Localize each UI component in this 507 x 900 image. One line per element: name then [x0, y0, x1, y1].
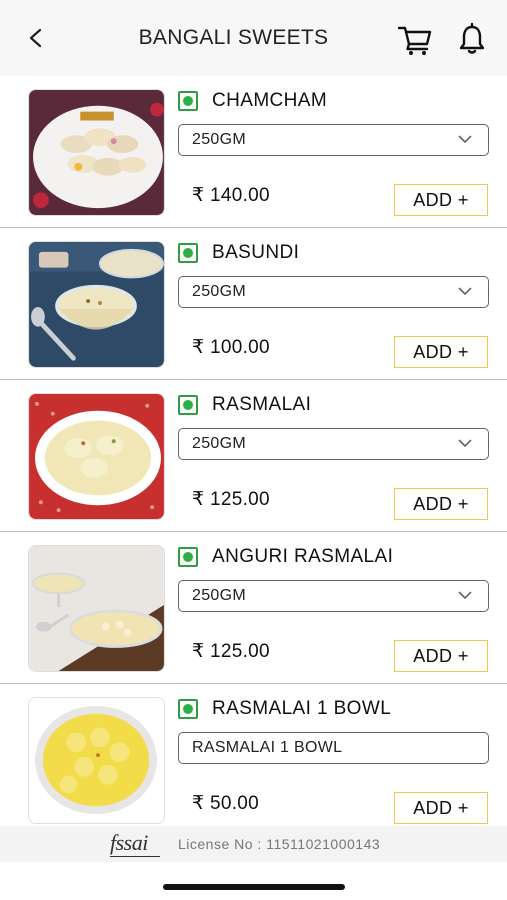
product-image[interactable]: [28, 241, 165, 368]
bell-icon[interactable]: [457, 22, 487, 56]
basundi-image: [29, 242, 164, 367]
product-price: ₹ 125.00: [192, 489, 270, 510]
quantity-select[interactable]: 250GM: [178, 428, 489, 460]
quantity-select-value: RASMALAI 1 BOWL: [192, 739, 343, 756]
chevron-down-icon: [458, 135, 472, 144]
veg-indicator-icon: [178, 699, 198, 719]
quantity-select[interactable]: 250GM: [178, 124, 489, 156]
veg-indicator-icon: [178, 91, 198, 111]
product-row: ANGURI RASMALAI 250GM ₹ 125.00 ADD +: [0, 532, 507, 684]
cart-icon[interactable]: [397, 24, 433, 56]
product-image[interactable]: [28, 393, 165, 520]
product-name: RASMALAI: [212, 394, 312, 415]
quantity-select-value: 250GM: [192, 131, 246, 148]
quantity-select[interactable]: RASMALAI 1 BOWL: [178, 732, 489, 764]
license-number: License No : 11511021000143: [178, 836, 381, 852]
add-to-cart-button[interactable]: ADD +: [394, 488, 488, 520]
chamcham-image: [29, 90, 164, 215]
veg-indicator-icon: [178, 395, 198, 415]
add-to-cart-button[interactable]: ADD +: [394, 336, 488, 368]
product-row: RASMALAI 1 BOWL RASMALAI 1 BOWL ₹ 50.00 …: [0, 684, 507, 836]
quantity-select-value: 250GM: [192, 283, 246, 300]
product-list: CHAMCHAM 250GM ₹ 140.00 ADD + BASUNDI 25…: [0, 76, 507, 836]
chevron-down-icon: [458, 287, 472, 296]
chevron-down-icon: [458, 439, 472, 448]
product-image[interactable]: [28, 697, 165, 824]
rasmalai-image: [29, 394, 164, 519]
chevron-down-icon: [458, 591, 472, 600]
product-price: ₹ 100.00: [192, 337, 270, 358]
product-image[interactable]: [28, 89, 165, 216]
home-indicator[interactable]: [163, 884, 345, 890]
veg-indicator-icon: [178, 243, 198, 263]
product-price: ₹ 125.00: [192, 641, 270, 662]
quantity-select-value: 250GM: [192, 587, 246, 604]
product-row: BASUNDI 250GM ₹ 100.00 ADD +: [0, 228, 507, 380]
product-name: ANGURI RASMALAI: [212, 546, 394, 567]
product-row: CHAMCHAM 250GM ₹ 140.00 ADD +: [0, 76, 507, 228]
product-name: RASMALAI 1 BOWL: [212, 698, 392, 719]
product-image[interactable]: [28, 545, 165, 672]
quantity-select[interactable]: 250GM: [178, 580, 489, 612]
rasmalai-bowl-image: [29, 698, 164, 823]
add-to-cart-button[interactable]: ADD +: [394, 640, 488, 672]
fssai-logo: fssai: [110, 830, 148, 855]
quantity-select[interactable]: 250GM: [178, 276, 489, 308]
add-to-cart-button[interactable]: ADD +: [394, 184, 488, 216]
fssai-logo-underline: [110, 856, 160, 857]
app-header: BANGALI SWEETS: [0, 0, 507, 76]
product-name: BASUNDI: [212, 242, 300, 263]
anguri-rasmalai-image: [29, 546, 164, 671]
quantity-select-value: 250GM: [192, 435, 246, 452]
product-price: ₹ 140.00: [192, 185, 270, 206]
veg-indicator-icon: [178, 547, 198, 567]
product-name: CHAMCHAM: [212, 90, 328, 111]
product-row: RASMALAI 250GM ₹ 125.00 ADD +: [0, 380, 507, 532]
product-price: ₹ 50.00: [192, 793, 260, 814]
add-to-cart-button[interactable]: ADD +: [394, 792, 488, 824]
license-footer: fssai License No : 11511021000143: [0, 826, 507, 862]
